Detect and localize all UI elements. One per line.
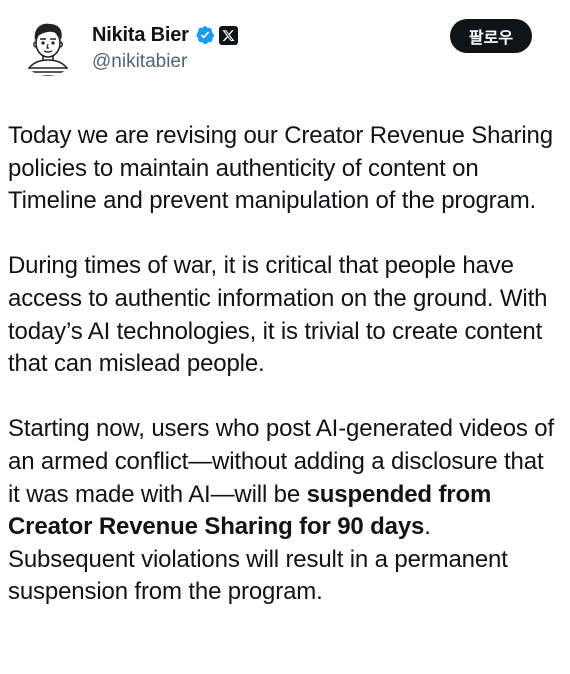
- name-row: Nikita Bier: [92, 20, 238, 50]
- tweet-paragraph-3: Starting now, users who post AI-generate…: [8, 413, 560, 609]
- cartoon-avatar-icon: [18, 16, 78, 76]
- handle[interactable]: @nikitabier: [92, 50, 238, 74]
- tweet-paragraph-1: Today we are revising our Creator Revenu…: [8, 122, 553, 215]
- tweet-header: Nikita Bier @nikitabier 팔로우: [8, 0, 554, 86]
- display-name[interactable]: Nikita Bier: [92, 24, 189, 47]
- tweet-card: Nikita Bier @nikitabier 팔로우 Today we are…: [0, 0, 570, 674]
- tweet-text: Today we are revising our Creator Revenu…: [8, 120, 560, 642]
- x-logo-icon[interactable]: [218, 25, 238, 45]
- verified-badge-icon[interactable]: [195, 25, 215, 45]
- avatar[interactable]: [18, 16, 78, 76]
- follow-button[interactable]: 팔로우: [450, 19, 532, 53]
- author-names: Nikita Bier @nikitabier: [92, 20, 238, 74]
- tweet-paragraph-2: During times of war, it is critical that…: [8, 252, 548, 378]
